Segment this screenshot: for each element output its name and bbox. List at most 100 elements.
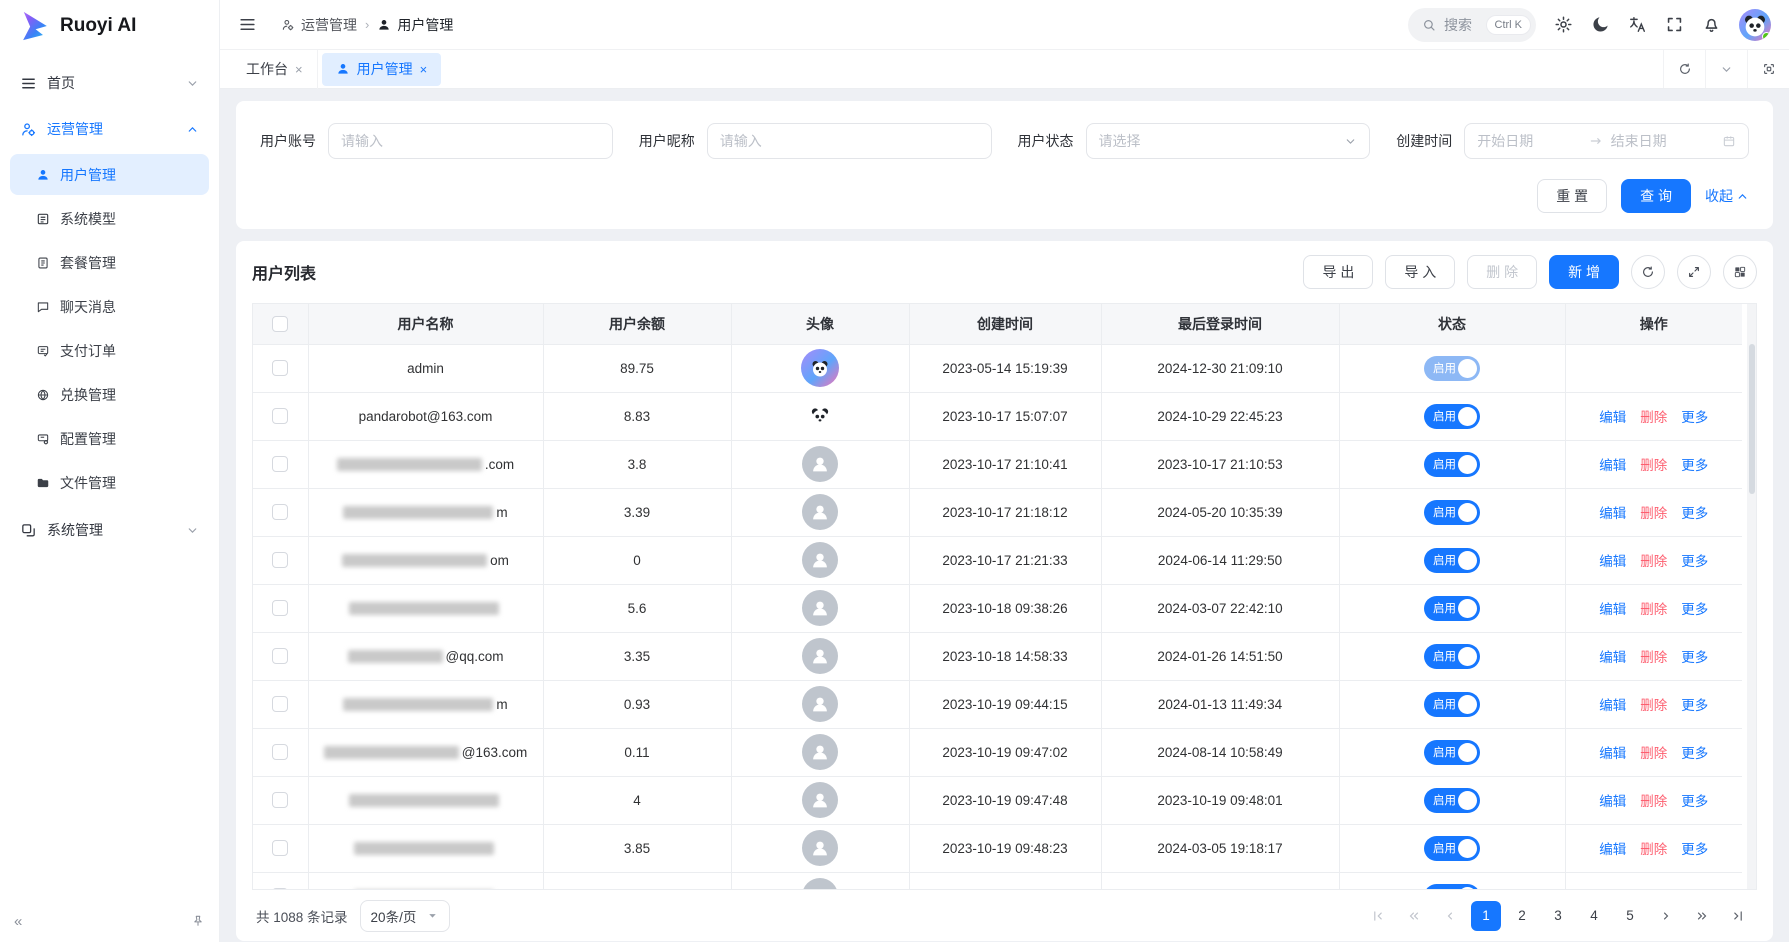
brand[interactable]: Ruoyi AI — [0, 0, 219, 52]
status-toggle[interactable]: 启用 — [1424, 548, 1480, 573]
delete-link[interactable]: 删除 — [1640, 842, 1667, 857]
nickname-input[interactable] — [707, 123, 992, 159]
more-link[interactable]: 更多 — [1681, 794, 1708, 809]
tab-workbench[interactable]: 工作台 × — [232, 50, 318, 89]
refresh-page-button[interactable] — [1663, 50, 1705, 88]
row-checkbox[interactable] — [272, 360, 288, 376]
more-link[interactable]: 更多 — [1681, 554, 1708, 569]
add-button[interactable]: 新 增 — [1549, 255, 1619, 289]
sidebar-item-package-management[interactable]: 套餐管理 — [10, 242, 209, 283]
more-link[interactable]: 更多 — [1681, 602, 1708, 617]
column-settings-button[interactable] — [1723, 255, 1757, 289]
row-checkbox[interactable] — [272, 552, 288, 568]
next-page-button[interactable] — [1651, 901, 1681, 931]
content-fullscreen-button[interactable] — [1747, 50, 1789, 88]
language-translate-icon[interactable] — [1628, 15, 1647, 34]
status-toggle[interactable]: 启用 — [1424, 788, 1480, 813]
forward-five-pages-button[interactable] — [1687, 901, 1717, 931]
status-toggle[interactable]: 启用 — [1424, 500, 1480, 525]
row-checkbox[interactable] — [272, 696, 288, 712]
more-link[interactable]: 更多 — [1681, 842, 1708, 857]
sidebar-item-operations[interactable]: 运营管理 — [10, 108, 209, 150]
more-link[interactable]: 更多 — [1681, 650, 1708, 665]
row-checkbox[interactable] — [272, 456, 288, 472]
more-link[interactable]: 更多 — [1681, 410, 1708, 425]
edit-link[interactable]: 编辑 — [1599, 746, 1626, 761]
sidebar-item-chat-messages[interactable]: 聊天消息 — [10, 286, 209, 327]
edit-link[interactable]: 编辑 — [1599, 506, 1626, 521]
status-toggle[interactable]: 启用 — [1424, 452, 1480, 477]
close-icon[interactable]: × — [295, 62, 303, 77]
account-input[interactable] — [328, 123, 613, 159]
status-toggle[interactable]: 启用 — [1424, 596, 1480, 621]
first-page-button[interactable] — [1363, 901, 1393, 931]
export-button[interactable]: 导 出 — [1303, 255, 1373, 289]
table-scrollbar[interactable] — [1747, 304, 1756, 889]
page-size-select[interactable]: 20条/页 — [360, 900, 451, 932]
edit-link[interactable]: 编辑 — [1599, 602, 1626, 617]
refresh-table-button[interactable] — [1631, 255, 1665, 289]
hamburger-icon[interactable] — [238, 15, 257, 34]
status-toggle[interactable]: 启用 — [1424, 692, 1480, 717]
delete-link[interactable]: 删除 — [1640, 554, 1667, 569]
delete-link[interactable]: 删除 — [1640, 794, 1667, 809]
breadcrumb-item-operations[interactable]: 运营管理 — [281, 15, 357, 35]
reset-button[interactable]: 重 置 — [1537, 179, 1607, 213]
delete-link[interactable]: 删除 — [1640, 506, 1667, 521]
global-search[interactable]: 搜索 Ctrl K — [1408, 8, 1536, 42]
collapse-filter-link[interactable]: 收起 — [1705, 186, 1749, 206]
page-number-3[interactable]: 3 — [1543, 901, 1573, 931]
scrollbar-thumb[interactable] — [1749, 344, 1755, 494]
breadcrumb-item-user-management[interactable]: 用户管理 — [377, 15, 453, 35]
row-checkbox[interactable] — [272, 504, 288, 520]
delete-link[interactable]: 删除 — [1640, 602, 1667, 617]
more-link[interactable]: 更多 — [1681, 698, 1708, 713]
sidebar-item-file-management[interactable]: 文件管理 — [10, 462, 209, 503]
status-toggle[interactable]: 启用 — [1424, 740, 1480, 765]
more-link[interactable]: 更多 — [1681, 506, 1708, 521]
edit-link[interactable]: 编辑 — [1599, 410, 1626, 425]
pin-icon[interactable] — [191, 914, 205, 928]
sidebar-item-redeem-management[interactable]: 兑换管理 — [10, 374, 209, 415]
edit-link[interactable]: 编辑 — [1599, 650, 1626, 665]
status-toggle[interactable]: 启用 — [1424, 356, 1480, 381]
page-number-1[interactable]: 1 — [1471, 901, 1501, 931]
select-all-checkbox[interactable] — [272, 316, 288, 332]
status-toggle[interactable]: 启用 — [1424, 404, 1480, 429]
sidebar-item-system-model[interactable]: 系统模型 — [10, 198, 209, 239]
edit-link[interactable]: 编辑 — [1599, 794, 1626, 809]
notifications-bell-icon[interactable] — [1702, 15, 1721, 34]
row-checkbox[interactable] — [272, 408, 288, 424]
edit-link[interactable]: 编辑 — [1599, 554, 1626, 569]
more-link[interactable]: 更多 — [1681, 458, 1708, 473]
tab-user-management[interactable]: 用户管理 × — [322, 53, 442, 86]
delete-link[interactable]: 删除 — [1640, 698, 1667, 713]
last-page-button[interactable] — [1723, 901, 1753, 931]
tab-options-button[interactable] — [1705, 50, 1747, 88]
edit-link[interactable]: 编辑 — [1599, 458, 1626, 473]
back-five-pages-button[interactable] — [1399, 901, 1429, 931]
import-button[interactable]: 导 入 — [1385, 255, 1455, 289]
delete-link[interactable]: 删除 — [1640, 650, 1667, 665]
user-avatar[interactable] — [1739, 9, 1771, 41]
sidebar-item-system-management[interactable]: 系统管理 — [10, 509, 209, 551]
fullscreen-icon[interactable] — [1665, 15, 1684, 34]
sidebar-item-home[interactable]: 首页 — [10, 62, 209, 104]
row-checkbox[interactable] — [272, 744, 288, 760]
row-checkbox[interactable] — [272, 648, 288, 664]
row-checkbox[interactable] — [272, 888, 288, 889]
sidebar-item-payment-orders[interactable]: 支付订单 — [10, 330, 209, 371]
more-link[interactable]: 更多 — [1681, 746, 1708, 761]
status-toggle[interactable]: 启用 — [1424, 836, 1480, 861]
delete-link[interactable]: 删除 — [1640, 746, 1667, 761]
page-number-4[interactable]: 4 — [1579, 901, 1609, 931]
close-icon[interactable]: × — [420, 62, 428, 77]
status-toggle[interactable]: 启用 — [1424, 644, 1480, 669]
edit-link[interactable]: 编辑 — [1599, 842, 1626, 857]
date-range-picker[interactable]: 开始日期 结束日期 — [1464, 123, 1749, 159]
sidebar-item-user-management[interactable]: 用户管理 — [10, 154, 209, 195]
edit-link[interactable]: 编辑 — [1599, 698, 1626, 713]
previous-page-button[interactable] — [1435, 901, 1465, 931]
page-number-5[interactable]: 5 — [1615, 901, 1645, 931]
row-checkbox[interactable] — [272, 840, 288, 856]
